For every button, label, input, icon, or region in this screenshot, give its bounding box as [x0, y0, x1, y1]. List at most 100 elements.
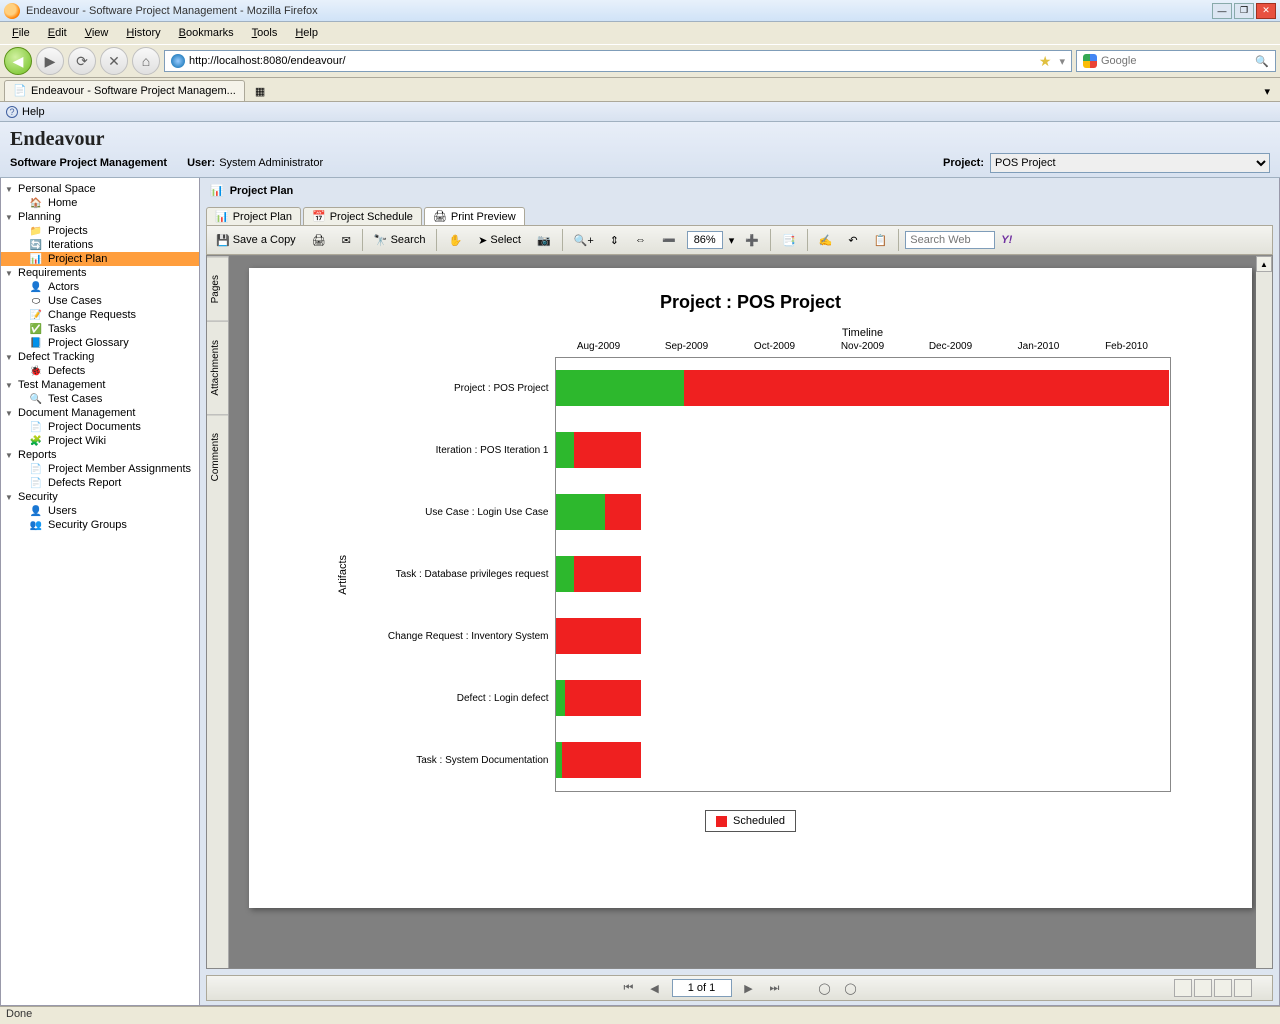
tree-item-icon: 🧩: [29, 435, 43, 447]
subtab-project-schedule[interactable]: 📅Project Schedule: [303, 207, 422, 225]
print-button[interactable]: 🖨: [307, 229, 331, 251]
copy-button[interactable]: 📋: [869, 229, 893, 251]
menu-help[interactable]: Help: [287, 25, 326, 41]
reload-button[interactable]: ⟳: [68, 47, 96, 75]
home-button[interactable]: ⌂: [132, 47, 160, 75]
url-dropdown-icon[interactable]: ▾: [1055, 55, 1069, 68]
search-pdf-button[interactable]: 🔭Search: [369, 229, 431, 251]
prev-view-button[interactable]: ◯: [816, 979, 834, 997]
stop-button[interactable]: ✕: [100, 47, 128, 75]
tree-item-home[interactable]: 🏠Home: [1, 196, 199, 210]
row-label: Change Request : Inventory System: [355, 606, 549, 668]
tree-category[interactable]: Reports: [1, 448, 199, 462]
tree-category[interactable]: Planning: [1, 210, 199, 224]
scroll-up-icon[interactable]: ▲: [1256, 256, 1272, 272]
tree-item-test-cases[interactable]: 🔍Test Cases: [1, 392, 199, 406]
tree-item-label: Users: [48, 505, 77, 517]
pdf-page-area[interactable]: Project : POS Project Timeline Aug-2009S…: [229, 256, 1272, 968]
pdf-scrollbar[interactable]: ▲: [1256, 256, 1272, 968]
continuous-facing-view-button[interactable]: [1234, 979, 1252, 997]
pdf-side-tab-attachments[interactable]: Attachments: [207, 321, 228, 414]
tree-category[interactable]: Defect Tracking: [1, 350, 199, 364]
zoom-value[interactable]: 86%: [687, 231, 723, 249]
snapshot-tool-button[interactable]: 📷: [532, 229, 556, 251]
menu-file[interactable]: File: [4, 25, 38, 41]
chart-bars: [556, 357, 1170, 791]
project-select[interactable]: POS Project: [990, 153, 1270, 173]
browser-search-input[interactable]: [1101, 55, 1251, 67]
tree-item-change-requests[interactable]: 📝Change Requests: [1, 308, 199, 322]
hand-tool-button[interactable]: ✋: [443, 229, 467, 251]
zoom-in-button[interactable]: 🔍+: [569, 229, 599, 251]
back-button[interactable]: ◀: [4, 47, 32, 75]
facing-view-button[interactable]: [1214, 979, 1232, 997]
tree-item-project-member-assignments[interactable]: 📄Project Member Assignments: [1, 462, 199, 476]
zoom-out-button[interactable]: ➖: [657, 229, 681, 251]
help-link[interactable]: Help: [22, 106, 45, 118]
tree-item-label: Project Glossary: [48, 337, 129, 349]
select-tool-button[interactable]: ➤Select: [473, 229, 526, 251]
tree-item-defects-report[interactable]: 📄Defects Report: [1, 476, 199, 490]
subtab-print-preview[interactable]: 🖨Print Preview: [424, 207, 525, 225]
tree-item-security-groups[interactable]: 👥Security Groups: [1, 518, 199, 532]
tree-item-use-cases[interactable]: ⬭Use Cases: [1, 294, 199, 308]
url-bar[interactable]: ★ ▾: [164, 50, 1072, 72]
email-button[interactable]: ✉: [337, 229, 356, 251]
tree-item-projects[interactable]: 📁Projects: [1, 224, 199, 238]
tree-item-project-wiki[interactable]: 🧩Project Wiki: [1, 434, 199, 448]
continuous-view-button[interactable]: [1194, 979, 1212, 997]
tree-item-iterations[interactable]: 🔄Iterations: [1, 238, 199, 252]
pdf-side-tab-comments[interactable]: Comments: [207, 414, 228, 499]
new-tab-button[interactable]: ▦: [249, 82, 271, 101]
zoom-in-button-2[interactable]: ➕: [740, 229, 764, 251]
sign-button[interactable]: ✍: [814, 229, 838, 251]
pdf-websearch-input[interactable]: [905, 231, 995, 249]
save-copy-button[interactable]: 💾Save a Copy: [211, 229, 301, 251]
menu-tools[interactable]: Tools: [244, 25, 286, 41]
subtab-project-plan[interactable]: 📊Project Plan: [206, 207, 301, 225]
tree-category[interactable]: Document Management: [1, 406, 199, 420]
tree-item-tasks[interactable]: ✅Tasks: [1, 322, 199, 336]
menu-bookmarks[interactable]: Bookmarks: [171, 25, 242, 41]
legend-swatch: [716, 816, 727, 827]
yahoo-icon[interactable]: Y!: [1001, 234, 1012, 246]
close-button[interactable]: ✕: [1256, 3, 1276, 19]
tree-item-users[interactable]: 👤 Users: [1, 504, 199, 518]
bookmark-star-icon[interactable]: ★: [1039, 53, 1052, 70]
tree-item-actors[interactable]: 👤Actors: [1, 280, 199, 294]
tree-item-project-plan[interactable]: 📊Project Plan: [1, 252, 199, 266]
rotate-button[interactable]: 📑: [777, 229, 801, 251]
tree-category[interactable]: Personal Space: [1, 182, 199, 196]
tree-item-project-documents[interactable]: 📄Project Documents: [1, 420, 199, 434]
last-page-button[interactable]: ⏭: [766, 979, 784, 997]
browser-tab[interactable]: 📄 Endeavour - Software Project Managem..…: [4, 80, 245, 101]
tree-item-project-glossary[interactable]: 📘Project Glossary: [1, 336, 199, 350]
forward-button[interactable]: ▶: [36, 47, 64, 75]
list-tabs-button[interactable]: ▾: [1258, 82, 1276, 101]
first-page-button[interactable]: ⏮: [620, 979, 638, 997]
next-page-button[interactable]: ▶: [740, 979, 758, 997]
menu-edit[interactable]: Edit: [40, 25, 75, 41]
menu-view[interactable]: View: [77, 25, 117, 41]
maximize-button[interactable]: ❐: [1234, 3, 1254, 19]
menu-history[interactable]: History: [118, 25, 168, 41]
url-input[interactable]: [189, 55, 1035, 67]
page-indicator[interactable]: [672, 979, 732, 997]
undo-button[interactable]: ↶: [843, 229, 862, 251]
pdf-side-tab-pages[interactable]: Pages: [207, 256, 228, 321]
fit-page-button[interactable]: ⇕: [605, 229, 624, 251]
user-value: System Administrator: [219, 157, 323, 169]
tree-category[interactable]: Test Management: [1, 378, 199, 392]
browser-search-box[interactable]: 🔍: [1076, 50, 1276, 72]
zoom-dropdown-icon[interactable]: ▾: [729, 234, 735, 247]
minimize-button[interactable]: —: [1212, 3, 1232, 19]
tree-category[interactable]: Security: [1, 490, 199, 504]
tree-item-defects[interactable]: 🐞Defects: [1, 364, 199, 378]
prev-page-button[interactable]: ◀: [646, 979, 664, 997]
tree-item-icon: 👤: [29, 505, 43, 517]
search-icon[interactable]: 🔍: [1255, 55, 1269, 68]
next-view-button[interactable]: ◯: [842, 979, 860, 997]
single-page-view-button[interactable]: [1174, 979, 1192, 997]
fit-width-button[interactable]: ⇔: [630, 229, 651, 251]
tree-category[interactable]: Requirements: [1, 266, 199, 280]
